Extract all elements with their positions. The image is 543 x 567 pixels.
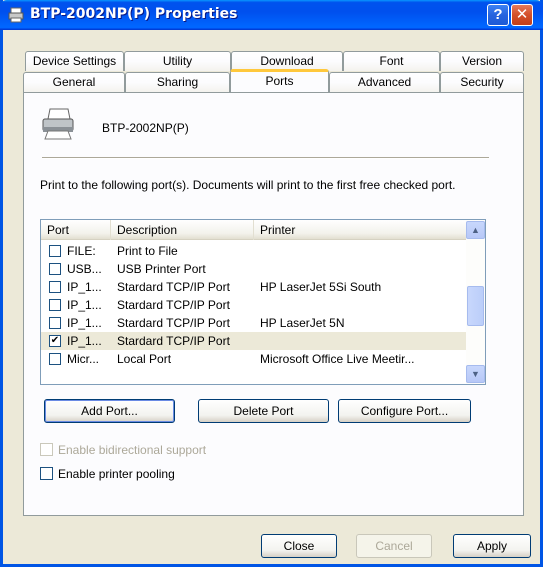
tab-label: Utility — [162, 54, 193, 68]
printer-icon — [42, 108, 74, 140]
port-checkbox[interactable] — [49, 263, 61, 275]
printer-name: BTP-2002NP(P) — [102, 121, 189, 135]
tab-security[interactable]: Security — [440, 72, 524, 92]
tab-sharing[interactable]: Sharing — [125, 72, 230, 92]
checkbox-label: Enable bidirectional support — [58, 443, 207, 457]
port-name: Micr... — [67, 352, 99, 366]
tab-version[interactable]: Version — [440, 51, 524, 71]
port-name: IP_1... — [67, 280, 102, 294]
tab-device-settings[interactable]: Device Settings — [25, 51, 124, 71]
separator — [42, 157, 489, 159]
checkbox-box — [40, 443, 53, 456]
port-checkbox[interactable] — [49, 353, 61, 365]
port-list-item[interactable]: IP_1... Stardard TCP/IP Port HP LaserJet 5… — [41, 314, 466, 332]
configure-port-button[interactable]: Configure Port... — [338, 399, 471, 423]
properties-window: BTP-2002NP(P) Properties ? ✕ Device Sett… — [0, 0, 543, 567]
tab-utility[interactable]: Utility — [124, 51, 231, 71]
tab-general[interactable]: General — [23, 72, 125, 92]
add-port-button[interactable]: Add Port... — [44, 399, 175, 423]
port-name: IP_1... — [67, 316, 102, 330]
scroll-thumb[interactable] — [467, 286, 484, 326]
port-description: Stardard TCP/IP Port — [117, 334, 230, 348]
port-printer: HP LaserJet 5Si South — [260, 280, 382, 294]
port-description: Stardard TCP/IP Port — [117, 316, 230, 330]
port-name: IP_1... — [67, 334, 102, 348]
tab-ports[interactable]: Ports — [230, 69, 329, 92]
port-list-item[interactable]: USB... USB Printer Port — [41, 260, 466, 278]
port-list-item[interactable]: ✔ IP_1... Stardard TCP/IP Port — [41, 332, 466, 350]
port-description: USB Printer Port — [117, 262, 206, 276]
scroll-down-arrow-icon[interactable]: ▼ — [466, 365, 485, 383]
cancel-button[interactable]: Cancel — [356, 534, 432, 558]
port-checkbox[interactable] — [49, 281, 61, 293]
ports-tab-panel: BTP-2002NP(P) Print to the following por… — [23, 92, 524, 516]
column-header-printer[interactable]: Printer — [254, 220, 466, 240]
tab-label: Download — [260, 54, 314, 68]
port-description: Stardard TCP/IP Port — [117, 280, 230, 294]
tab-download[interactable]: Download — [231, 51, 343, 71]
port-list-item[interactable]: IP_1... Stardard TCP/IP Port HP LaserJet 5… — [41, 278, 466, 296]
printer-icon — [8, 7, 24, 23]
tab-label: Version — [461, 54, 503, 68]
checkbox-box — [40, 467, 53, 480]
tab-label: General — [52, 75, 96, 89]
port-list-item[interactable]: FILE: Print to File — [41, 242, 466, 260]
port-description: Print to File — [117, 244, 178, 258]
port-list-item[interactable]: IP_1... Stardard TCP/IP Port — [41, 296, 466, 314]
apply-button[interactable]: Apply — [453, 534, 531, 558]
tab-font[interactable]: Font — [343, 51, 440, 71]
checkbox-label: Enable printer pooling — [58, 467, 175, 481]
vertical-scrollbar[interactable]: ▲ ▼ — [466, 220, 485, 384]
port-printer: Microsoft Office Live Meetir... — [260, 352, 415, 366]
port-name: FILE: — [67, 244, 96, 258]
tab-label: Sharing — [156, 75, 199, 89]
port-checkbox[interactable] — [49, 299, 61, 311]
tab-label: Device Settings — [32, 54, 117, 68]
port-description: Local Port — [117, 352, 172, 366]
column-header-description[interactable]: Description — [111, 220, 254, 240]
port-list-item[interactable]: Micr... Local Port Microsoft Office Live M… — [41, 350, 466, 368]
tab-label: Font — [379, 54, 404, 68]
close-button[interactable]: Close — [261, 534, 337, 558]
scroll-up-arrow-icon[interactable]: ▲ — [466, 221, 485, 239]
tab-label: Ports — [265, 74, 294, 88]
port-description: Stardard TCP/IP Port — [117, 298, 230, 312]
list-header: Port Description Printer — [41, 220, 466, 240]
port-printer: HP LaserJet 5N — [260, 316, 345, 330]
tab-advanced[interactable]: Advanced — [329, 72, 440, 92]
port-checkbox[interactable]: ✔ — [49, 335, 61, 347]
column-header-port[interactable]: Port — [41, 220, 111, 240]
port-checkbox[interactable] — [49, 317, 61, 329]
bidirectional-support-checkbox[interactable]: Enable bidirectional support — [40, 443, 300, 457]
window-title: BTP-2002NP(P) Properties — [30, 6, 238, 22]
ports-list[interactable]: Port Description Printer FILE: Print to F… — [40, 219, 486, 385]
tab-label: Security — [460, 75, 504, 89]
title-bar[interactable]: BTP-2002NP(P) Properties ? ✕ — [0, 0, 543, 30]
ports-description: Print to the following port(s). Document… — [40, 178, 456, 192]
port-checkbox[interactable] — [49, 245, 61, 257]
tab-label: Advanced — [357, 75, 412, 89]
port-name: USB... — [67, 262, 102, 276]
close-window-button[interactable]: ✕ — [511, 4, 533, 26]
delete-port-button[interactable]: Delete Port — [198, 399, 329, 423]
help-button[interactable]: ? — [487, 4, 509, 26]
port-name: IP_1... — [67, 298, 102, 312]
printer-pooling-checkbox[interactable]: Enable printer pooling — [40, 467, 300, 481]
